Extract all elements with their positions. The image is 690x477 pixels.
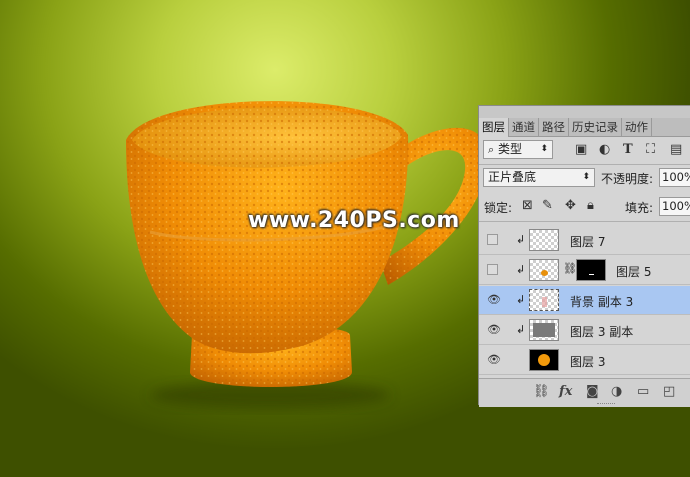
layer-name[interactable]: 图层 7 [570, 233, 605, 250]
layer-name[interactable]: 背景 副本 3 [570, 293, 633, 310]
layer-mask-thumbnail[interactable] [576, 259, 606, 281]
folder-icon[interactable]: ▭ [637, 384, 649, 399]
layer-row-layer-3[interactable]: 👁︎ 图层 3 [479, 346, 690, 375]
divider [479, 221, 690, 222]
fill-label: 填充: [625, 201, 654, 215]
lock-transparent-icon[interactable]: ⊠ [522, 198, 533, 213]
lock-all-icon[interactable]: 🔒︎ [587, 198, 594, 213]
layer-filter-select[interactable]: ⌕ 类型 ⬍ [483, 140, 553, 159]
blend-mode-select[interactable]: 正片叠底 ⬍ [483, 168, 595, 187]
watermark-text: www.240PS.com [248, 208, 460, 233]
layer-thumbnail [529, 259, 559, 281]
pixel-filter-icon[interactable]: ▣ [575, 142, 587, 157]
tab-channels[interactable]: 通道 [509, 118, 539, 136]
adjustment-filter-icon[interactable]: ◐ [599, 142, 610, 157]
blend-mode-value: 正片叠底 [488, 170, 537, 184]
layer-thumbnail [529, 289, 559, 311]
layers-panel: 图层 通道 路径 历史记录 动作 ⌕ 类型 ⬍ ▣ ◐ T ⛶ ▤ 正片叠底 ⬍… [478, 105, 690, 407]
chain-link-icon[interactable]: ⛓ [563, 262, 577, 275]
opacity-input[interactable]: 100% [659, 168, 690, 187]
fill-input[interactable]: 100% [659, 197, 690, 216]
chevron-updown-icon: ⬍ [540, 144, 548, 154]
fx-icon[interactable]: fx [559, 384, 572, 399]
brush-lock-icon[interactable]: ✎ [542, 198, 553, 213]
clipping-arrow-icon: ↲ [516, 263, 526, 276]
tab-layers[interactable]: 图层 [479, 118, 509, 137]
filter-type-label: 类型 [498, 142, 523, 156]
tab-history[interactable]: 历史记录 [569, 118, 622, 136]
layer-thumbnail [529, 319, 559, 341]
resize-grip[interactable] [597, 403, 615, 406]
shape-filter-icon[interactable]: ⛶ [646, 142, 655, 157]
smart-object-filter-icon[interactable]: ▤ [670, 142, 682, 157]
eye-icon[interactable]: 👁︎ [487, 324, 501, 336]
layer-name[interactable]: 图层 5 [616, 263, 651, 280]
layer-thumbnail [529, 349, 559, 371]
adjustment-icon[interactable]: ◑ [611, 384, 622, 399]
eye-icon[interactable]: 👁︎ [487, 294, 501, 306]
layer-name[interactable]: 图层 3 [570, 353, 605, 370]
layer-row-layer-3-copy[interactable]: 👁︎ ↲ 图层 3 副本 [479, 316, 690, 345]
new-layer-icon[interactable]: ◰ [663, 384, 675, 399]
layer-row-layer-5[interactable]: ↲ ⛓ 图层 5 [479, 256, 690, 285]
filter-row: ⌕ 类型 ⬍ ▣ ◐ T ⛶ ▤ [483, 140, 690, 160]
visibility-toggle-off[interactable] [487, 234, 498, 245]
opacity-label: 不透明度: [601, 172, 654, 186]
layer-row-layer-7[interactable]: ↲ 图层 7 [479, 226, 690, 255]
mask-icon[interactable]: ◙ [586, 384, 599, 399]
type-filter-icon[interactable]: T [623, 142, 633, 157]
layer-name[interactable]: 图层 3 副本 [570, 323, 633, 340]
divider [479, 164, 690, 165]
panel-title-strip[interactable] [479, 106, 690, 118]
visibility-toggle-off[interactable] [487, 264, 498, 275]
tab-actions[interactable]: 动作 [622, 118, 652, 136]
panel-tabs: 图层 通道 路径 历史记录 动作 [479, 118, 690, 137]
eye-icon[interactable]: 👁︎ [487, 354, 501, 366]
clipping-arrow-icon: ↲ [516, 233, 526, 246]
layer-row-background-copy-3[interactable]: 👁︎ ↲ 背景 副本 3 [479, 286, 690, 315]
search-icon: ⌕ [488, 143, 495, 156]
lock-label: 锁定: [484, 201, 513, 215]
clipping-arrow-icon: ↲ [516, 323, 526, 336]
chevron-updown-icon: ⬍ [582, 172, 590, 182]
tab-paths[interactable]: 路径 [539, 118, 569, 136]
clipping-arrow-icon: ↲ [516, 293, 526, 306]
link-icon[interactable]: ⛓ [533, 384, 550, 399]
layer-thumbnail [529, 229, 559, 251]
layers-bottom-toolbar: ⛓ fx ◙ ◑ ▭ ◰ [479, 378, 690, 407]
move-lock-icon[interactable]: ✥ [565, 198, 576, 213]
